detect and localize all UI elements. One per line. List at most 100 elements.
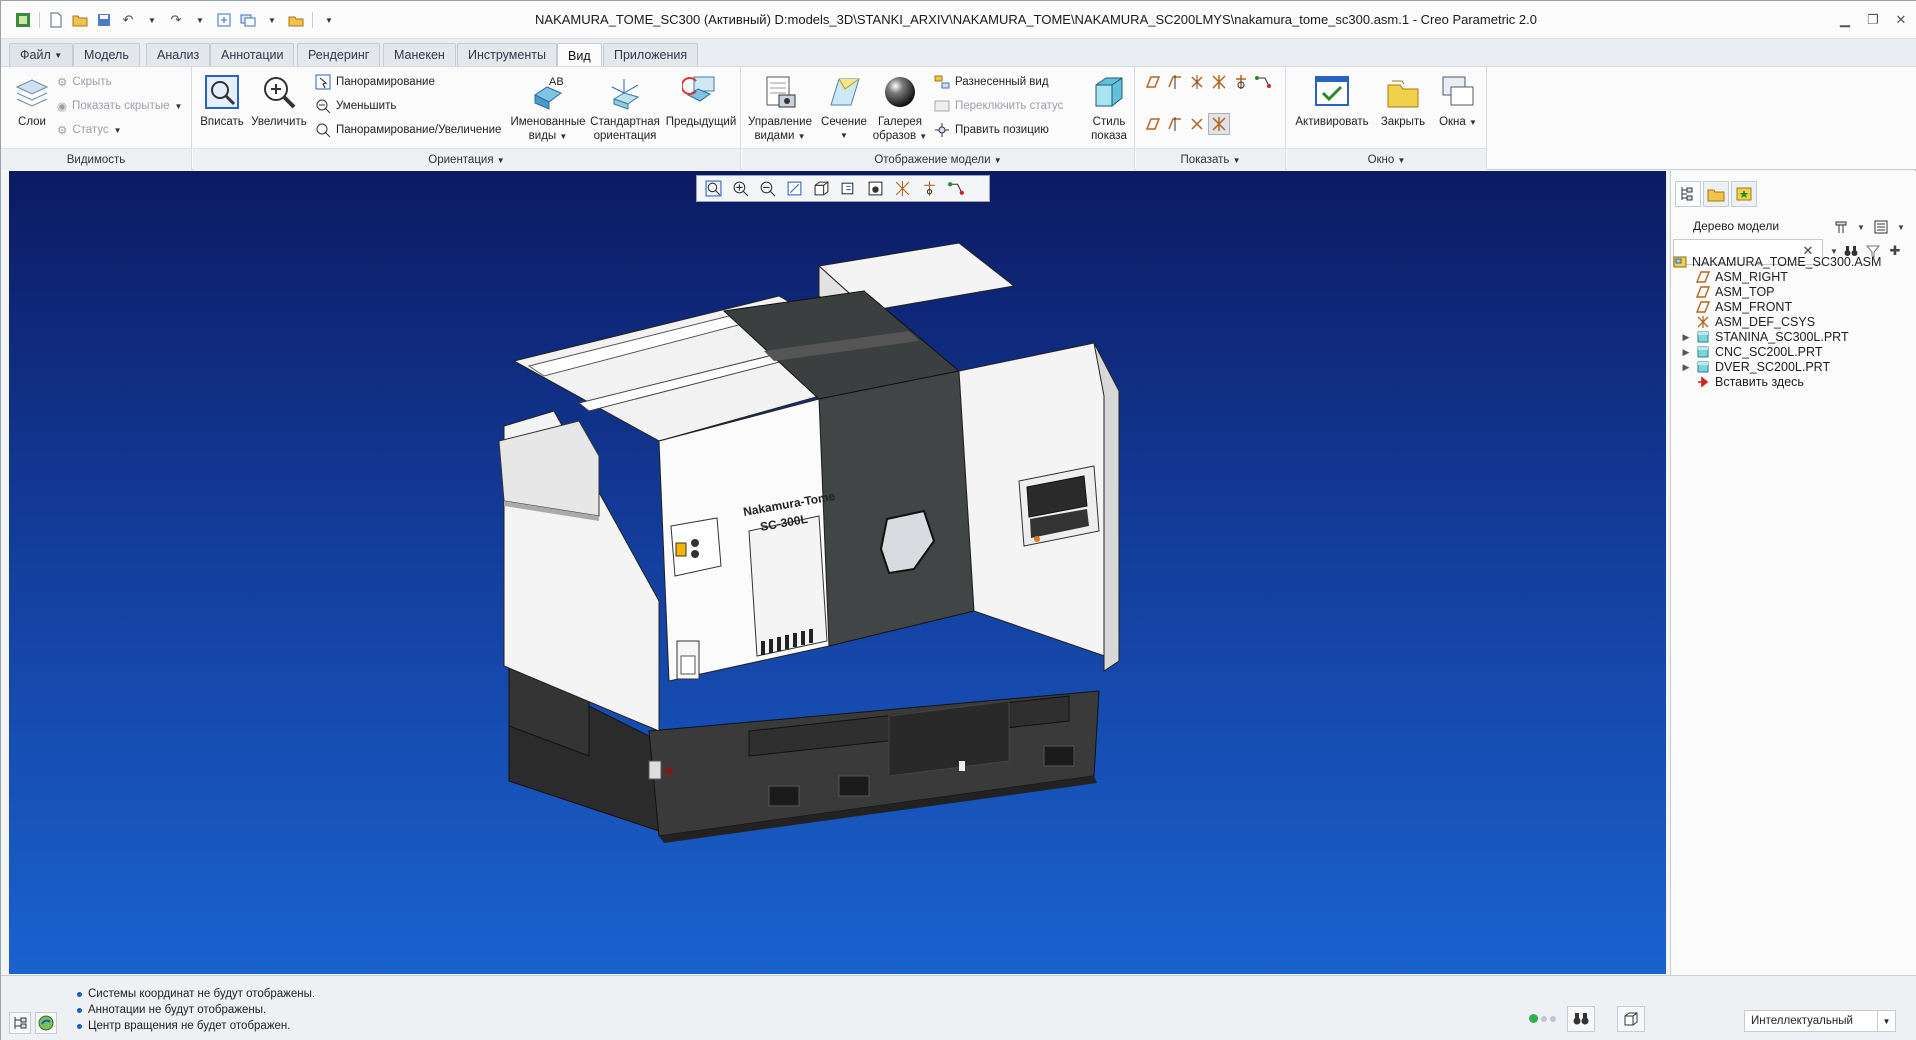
exploded-view-button[interactable]: Разнесенный вид: [934, 72, 1049, 92]
minimize-icon[interactable]: ▁: [1832, 9, 1858, 31]
toggle-status-button[interactable]: Переключить статус: [934, 96, 1063, 116]
edit-position-button[interactable]: Править позицию: [934, 120, 1049, 140]
spin-center-icon[interactable]: [1230, 71, 1252, 93]
axis-display-icon[interactable]: [1164, 71, 1186, 93]
hide-icon: ⚙: [57, 77, 68, 89]
close-button[interactable]: Закрыть: [1377, 73, 1429, 129]
annotation-display-icon[interactable]: [1252, 71, 1274, 93]
axis-tag-icon[interactable]: [1164, 113, 1186, 135]
group-window-label[interactable]: Окно ▼: [1287, 148, 1486, 170]
plane-tag-icon[interactable]: [1142, 113, 1164, 135]
graphics-area[interactable]: Nakamura-Tome SC-300L: [9, 171, 1666, 974]
tab-view[interactable]: Вид: [557, 43, 602, 67]
section-button[interactable]: Сечение ▼: [818, 73, 870, 143]
group-model-display-label[interactable]: Отображение модели ▼: [742, 148, 1134, 170]
redo-dropdown-icon[interactable]: ▼: [190, 10, 210, 30]
plane-display-icon[interactable]: [1142, 71, 1164, 93]
edit-position-icon: [935, 123, 949, 137]
hide-button[interactable]: ⚙ Скрыть: [57, 72, 112, 92]
message-text: Аннотации не будут отображены.: [88, 1004, 267, 1016]
tab-model[interactable]: Модель: [73, 43, 140, 66]
windows-button[interactable]: Окна ▼: [1433, 73, 1483, 130]
redo-icon[interactable]: ↷: [166, 10, 186, 30]
tree-item-label: Вставить здесь: [1715, 375, 1804, 389]
tab-file[interactable]: Файл ▼: [9, 43, 74, 66]
csys-display-icon[interactable]: [1208, 71, 1230, 93]
tab-manikin[interactable]: Манекен: [383, 43, 456, 66]
add-icon[interactable]: ✚: [1885, 241, 1905, 261]
datum-plane-icon: [1696, 270, 1710, 284]
group-show-label[interactable]: Показать ▼: [1136, 148, 1285, 170]
zoom-in-button[interactable]: Увеличить: [251, 73, 307, 129]
tab-rendering[interactable]: Рендеринг: [297, 43, 381, 66]
browser-toggle-icon[interactable]: [35, 1012, 57, 1034]
status-label: Статус: [72, 124, 109, 136]
appearance-gallery-button[interactable]: Галерея образов ▼: [872, 73, 928, 144]
manage-views-button[interactable]: Управление видами ▼: [746, 73, 814, 144]
geometry-selection-icon[interactable]: [1617, 1006, 1645, 1032]
point-display-icon[interactable]: [1186, 71, 1208, 93]
layers-button[interactable]: Слои: [11, 73, 53, 129]
show-hidden-label: Показать скрытые: [72, 100, 170, 112]
tree-item[interactable]: Вставить здесь: [1681, 373, 1804, 391]
undo-icon[interactable]: ↶: [118, 10, 138, 30]
group-orientation-label[interactable]: Ориентация ▼: [193, 148, 740, 170]
display-style-button[interactable]: Стиль показа ▼: [1086, 73, 1132, 158]
favorites-tab-icon[interactable]: [1731, 181, 1757, 207]
expand-arrow-icon[interactable]: ▶: [1681, 347, 1691, 358]
open-folder-icon[interactable]: [70, 10, 90, 30]
expand-arrow-icon[interactable]: ▶: [1681, 362, 1691, 373]
undo-dropdown-icon[interactable]: ▼: [142, 10, 162, 30]
model-tree-tab-icon[interactable]: [1675, 181, 1701, 207]
csys-tag-icon[interactable]: [1208, 113, 1230, 135]
windows-dropdown-icon[interactable]: ▼: [262, 10, 282, 30]
standard-orientation-button[interactable]: Стандартная ориентация: [589, 73, 661, 143]
named-views-icon: AB: [534, 76, 564, 110]
app-logo-icon[interactable]: [13, 10, 33, 30]
named-views-button[interactable]: AB Именованные виды ▼: [509, 73, 587, 144]
show-options-dropdown-icon[interactable]: ▼: [1891, 217, 1911, 237]
selection-filter-select[interactable]: Интеллектуальный ▼: [1744, 1010, 1896, 1032]
folder-browser-tab-icon[interactable]: [1703, 181, 1729, 207]
tree-item-label: ASM_TOP: [1715, 285, 1775, 299]
navigator-toggle-icon[interactable]: [9, 1012, 31, 1034]
tab-annotations[interactable]: Аннотации: [210, 43, 295, 66]
pan-icon: [315, 74, 331, 90]
tree-settings-dropdown-icon[interactable]: ▼: [1851, 217, 1871, 237]
toggle-status-icon: [934, 100, 950, 112]
point-tag-icon[interactable]: [1186, 113, 1208, 135]
tab-tools[interactable]: Инструменты: [457, 43, 557, 66]
zoom-out-button[interactable]: Уменьшить: [315, 96, 396, 116]
toggle-status-label: Переключить статус: [955, 100, 1064, 112]
activate-button[interactable]: Активировать: [1291, 73, 1373, 129]
datum-plane-icon: [1696, 285, 1710, 299]
regenerate-icon[interactable]: [214, 10, 234, 30]
menu-tabs: Файл ▼ Модель Анализ Аннотации Рендеринг…: [1, 39, 1916, 97]
pan-label: Панорамирование: [336, 76, 435, 88]
refit-button[interactable]: Вписать: [199, 73, 245, 129]
appearance-gallery-label-1: Галерея: [877, 116, 923, 128]
windows-icon[interactable]: [238, 10, 258, 30]
save-icon[interactable]: [94, 10, 114, 30]
maximize-icon[interactable]: ❐: [1860, 9, 1886, 31]
customize-qat-icon[interactable]: ▼: [319, 10, 339, 30]
tab-applications[interactable]: Приложения: [603, 43, 699, 66]
manage-views-label-1: Управление: [748, 116, 812, 128]
show-options-icon[interactable]: [1871, 217, 1891, 237]
expand-arrow-icon[interactable]: ▶: [1681, 332, 1691, 343]
message-line: Центр вращения не будет отображен.: [77, 1018, 290, 1034]
show-hidden-button[interactable]: ◉ Показать скрытые ▼: [57, 96, 182, 116]
find-icon[interactable]: [1567, 1006, 1595, 1032]
close-window-icon[interactable]: [286, 10, 306, 30]
edit-position-label: Править позицию: [955, 124, 1049, 136]
pan-button[interactable]: Панорамирование: [315, 72, 435, 92]
pan-zoom-button[interactable]: Панорамирование/Увеличение: [315, 120, 501, 140]
status-button[interactable]: ⚙ Статус ▼: [57, 120, 122, 140]
new-file-icon[interactable]: [46, 10, 66, 30]
tree-settings-icon[interactable]: [1831, 217, 1851, 237]
model-tree-title: Дерево модели: [1693, 219, 1780, 233]
previous-view-button[interactable]: Предыдущий: [665, 73, 737, 129]
close-icon[interactable]: ✕: [1888, 9, 1914, 31]
tab-analysis[interactable]: Анализ: [146, 43, 211, 66]
lathe-model[interactable]: Nakamura-Tome SC-300L: [9, 171, 1666, 974]
